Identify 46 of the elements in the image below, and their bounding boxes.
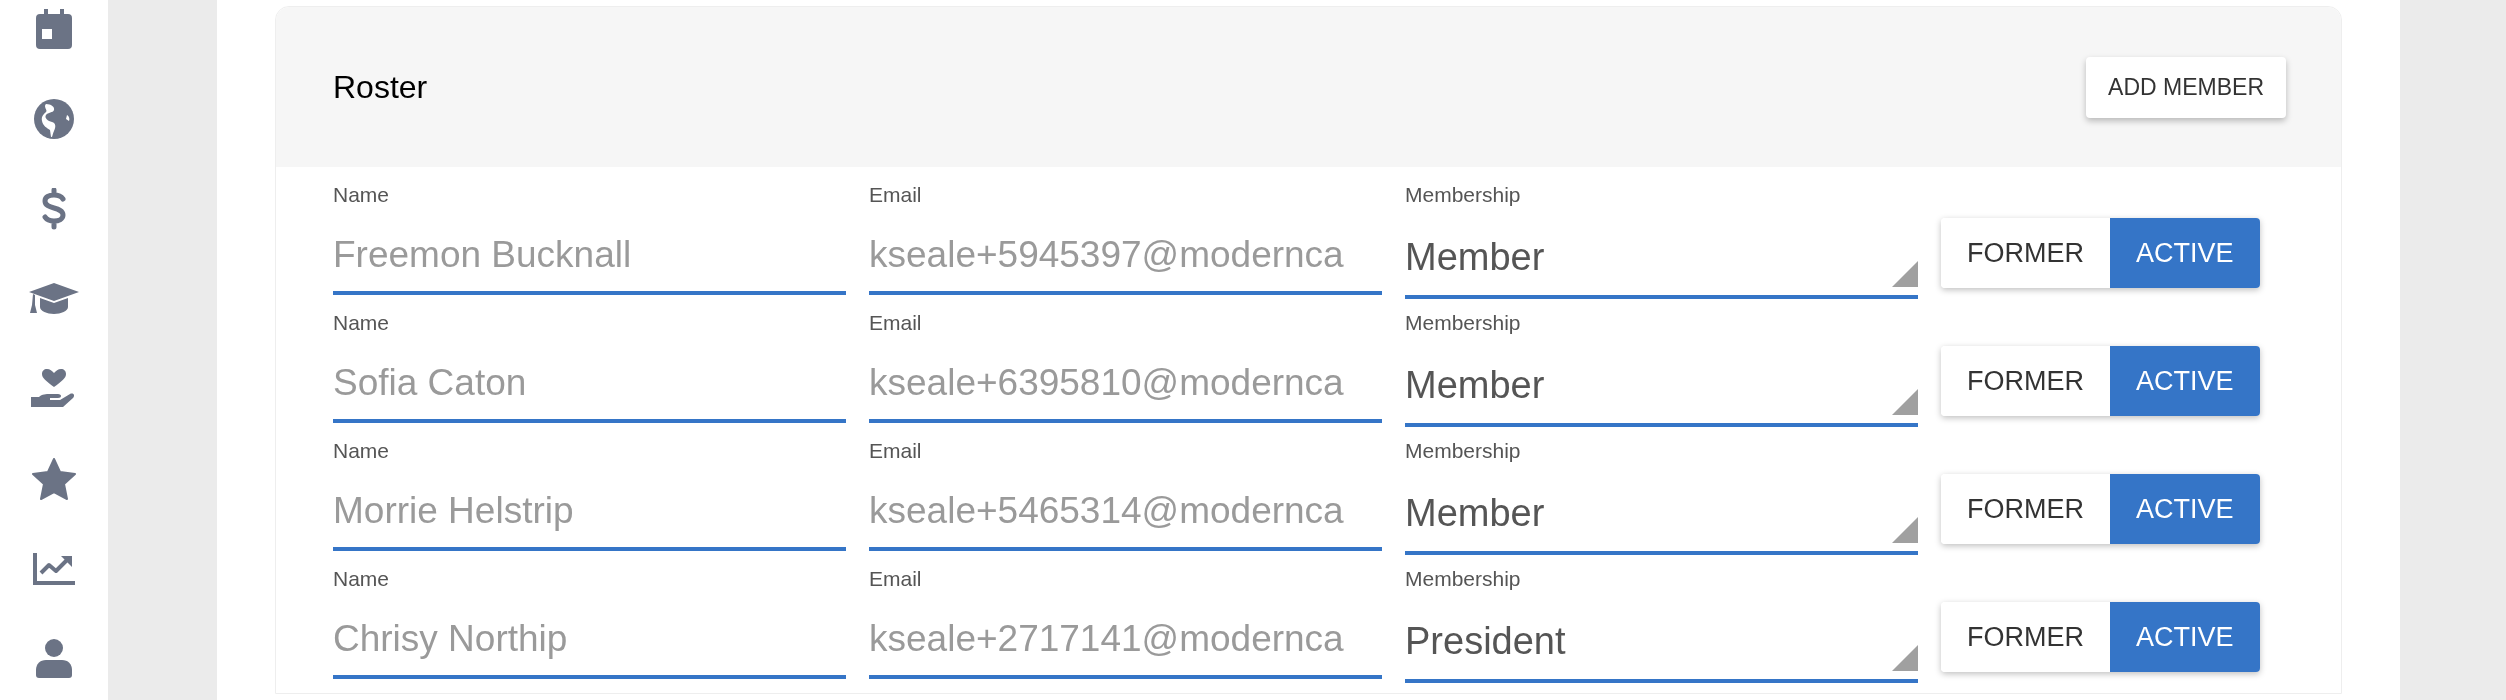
name-field[interactable]: Freemon Bucknall <box>333 209 846 295</box>
status-toggle-button[interactable]: ACTIVE <box>2110 602 2260 672</box>
email-field[interactable]: kseale+5465314@modernca <box>869 465 1382 551</box>
status-toggle-button[interactable]: ACTIVE <box>2110 346 2260 416</box>
email-field[interactable]: kseale+2717141@modernca <box>869 593 1382 679</box>
dropdown-corner-icon <box>1892 645 1918 671</box>
field-label: Name <box>333 310 391 336</box>
field-label: Membership <box>1405 182 1522 208</box>
membership-select[interactable]: President <box>1405 593 1918 683</box>
email-field[interactable]: kseale+5945397@modernca <box>869 209 1382 295</box>
name-field[interactable]: Chrisy Northip <box>333 593 846 679</box>
status-toggle-button[interactable]: FORMER <box>1941 602 2110 672</box>
field-label: Name <box>333 182 391 208</box>
star-icon[interactable] <box>32 458 76 500</box>
field-label: Membership <box>1405 438 1522 464</box>
dropdown-corner-icon <box>1892 517 1918 543</box>
status-toggle-button[interactable]: FORMER <box>1941 474 2110 544</box>
globe-icon[interactable] <box>34 99 74 139</box>
field-label: Name <box>333 438 391 464</box>
hand-heart-icon[interactable] <box>31 369 77 409</box>
field-label: Email <box>869 566 923 592</box>
status-toggle-button[interactable]: ACTIVE <box>2110 218 2260 288</box>
calendar-icon[interactable] <box>36 9 72 49</box>
dollar-icon[interactable] <box>41 188 67 230</box>
line-chart-icon[interactable] <box>33 553 75 585</box>
roster-title: Roster <box>333 68 428 107</box>
field-label: Membership <box>1405 310 1522 336</box>
status-toggle-button[interactable]: ACTIVE <box>2110 474 2260 544</box>
membership-select[interactable]: Member <box>1405 209 1918 299</box>
name-field[interactable]: Sofia Caton <box>333 337 846 423</box>
user-icon[interactable] <box>36 639 72 679</box>
email-field[interactable]: kseale+6395810@modernca <box>869 337 1382 423</box>
status-toggle-button[interactable]: FORMER <box>1941 218 2110 288</box>
field-label: Email <box>869 310 923 336</box>
membership-select[interactable]: Member <box>1405 337 1918 427</box>
dropdown-corner-icon <box>1892 389 1918 415</box>
graduation-cap-icon[interactable] <box>29 283 79 315</box>
add-member-button[interactable]: ADD MEMBER <box>2086 56 2286 118</box>
field-label: Email <box>869 438 923 464</box>
field-label: Name <box>333 566 391 592</box>
dropdown-corner-icon <box>1892 261 1918 287</box>
status-toggle-button[interactable]: FORMER <box>1941 346 2110 416</box>
name-field[interactable]: Morrie Helstrip <box>333 465 846 551</box>
field-label: Email <box>869 182 923 208</box>
membership-select[interactable]: Member <box>1405 465 1918 555</box>
field-label: Membership <box>1405 566 1522 592</box>
